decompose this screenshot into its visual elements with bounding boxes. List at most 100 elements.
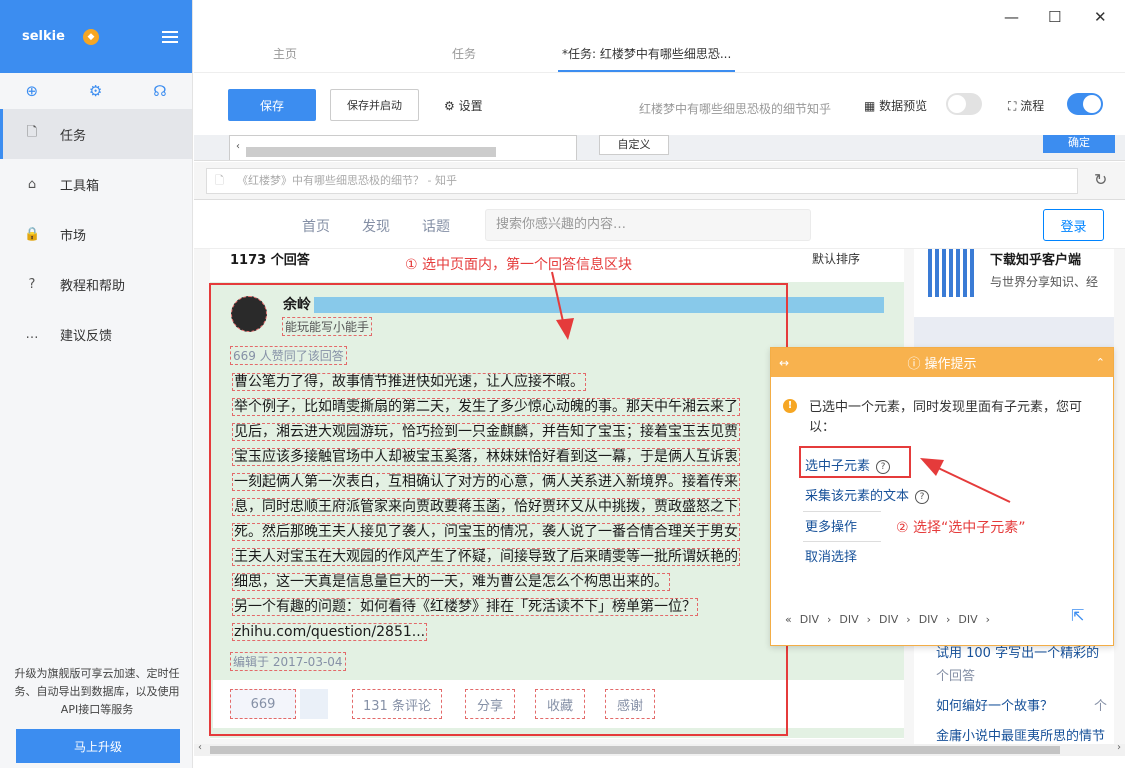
toolbox-icon: ⌂ <box>27 176 37 192</box>
scrollbar-thumb[interactable] <box>246 147 496 157</box>
browser-bar: 🗋 《红楼梦》中有哪些细思恐极的细节？ - 知乎 ↻ <box>194 162 1125 200</box>
breadcrumb-sep: › <box>945 613 951 626</box>
flow-label: ⛶ 流程 <box>1008 99 1045 113</box>
tab-current-task[interactable]: *任务: 红楼梦中有哪些细思恐... <box>562 45 731 62</box>
sidebar: selkie ◆ ⊕ ⚙ ☊ 🗋 任务 ⌂ 工具箱 🔒 市场 ? 教程和帮助 …… <box>0 0 193 768</box>
info-icon: ⓘ <box>907 357 921 372</box>
download-app-title[interactable]: 下载知乎客户端 <box>990 249 1081 268</box>
settings-icon[interactable]: ⚙ <box>89 82 102 100</box>
arrow-1-icon <box>551 271 574 340</box>
scroll-right-icon[interactable]: › <box>1117 742 1121 753</box>
flow-toggle[interactable] <box>1067 93 1103 115</box>
breadcrumb-item[interactable]: DIV <box>879 613 898 626</box>
sidebar-tools: ⊕ ⚙ ☊ <box>0 73 192 109</box>
sidebar-item-label: 建议反馈 <box>60 328 113 344</box>
move-icon[interactable]: ↔ <box>779 356 789 370</box>
task-title: 红楼梦中有哪些细思恐极的细节知乎 <box>639 102 832 116</box>
minimize-icon[interactable]: — <box>1004 8 1019 26</box>
scroll-left-icon[interactable]: ‹ <box>236 141 240 152</box>
url-field[interactable]: 🗋 《红楼梦》中有哪些细思恐极的细节？ - 知乎 <box>206 168 1078 194</box>
element-breadcrumb: « DIV › DIV › DIV › DIV › DIV › <box>785 613 990 626</box>
hint-header[interactable]: ↔ ⓘ 操作提示 ⌃ <box>771 348 1113 377</box>
upgrade-button[interactable]: 马上升级 <box>16 729 180 763</box>
login-button[interactable]: 登录 <box>1043 209 1104 241</box>
flow-panel-strip: ‹ 自定义 确定 <box>194 135 1125 161</box>
lock-icon: 🔒 <box>24 226 41 242</box>
nav-topics[interactable]: 话题 <box>422 216 450 236</box>
breadcrumb-item[interactable]: DIV <box>958 613 977 626</box>
sidebar-item-label: 教程和帮助 <box>60 278 126 294</box>
flow-panel-scroll[interactable]: ‹ <box>229 135 577 160</box>
search-input[interactable]: 搜索你感兴趣的内容… <box>485 209 811 241</box>
side-link-meta: 个 <box>1094 699 1108 714</box>
sidebar-item-help[interactable]: ? 教程和帮助 <box>0 259 192 309</box>
breadcrumb-sep: › <box>866 613 872 626</box>
sidebar-item-feedback[interactable]: … 建议反馈 <box>0 309 192 359</box>
add-task-icon[interactable]: ⊕ <box>25 82 38 100</box>
breadcrumb-item[interactable]: DIV <box>800 613 819 626</box>
sidebar-item-label: 工具箱 <box>60 178 100 194</box>
breadcrumb-sep: › <box>826 613 832 626</box>
custom-button[interactable]: 自定义 <box>599 135 669 155</box>
hint-title: 操作提示 <box>924 357 977 372</box>
breadcrumb-sep: › <box>985 613 991 626</box>
tab-tasks[interactable]: 任务 <box>452 45 476 62</box>
breadcrumb-item[interactable]: DIV <box>919 613 938 626</box>
scrollbar-thumb[interactable] <box>210 746 1060 754</box>
ad-banner[interactable] <box>914 317 1114 347</box>
upgrade-promo-text: 升级为旗舰版可享云加速、定时任务、自动导出到数据库，以及使用API接口等服务 <box>14 667 180 716</box>
answer-count: 1173 个回答 <box>230 253 310 268</box>
sidebar-item-tasks[interactable]: 🗋 任务 <box>0 109 192 159</box>
support-icon[interactable]: ☊ <box>153 82 166 100</box>
side-link[interactable]: 金庸小说中最匪夷所思的情节 <box>936 725 1105 744</box>
app-name: selkie <box>22 29 65 44</box>
page-icon: 🗋 <box>215 174 224 187</box>
save-and-start-button[interactable]: 保存并启动 <box>330 89 419 121</box>
confirm-button[interactable]: 确定 <box>1043 135 1115 153</box>
scroll-left-icon[interactable]: ‹ <box>198 742 202 753</box>
step2-annotation: ② 选择“选中子元素” <box>896 520 1026 536</box>
maximize-icon[interactable]: ☐ <box>1048 8 1061 26</box>
divider <box>803 511 881 512</box>
gear-icon: ⚙ <box>444 99 455 113</box>
qr-code-icon <box>928 249 976 297</box>
sidebar-item-label: 任务 <box>60 128 87 144</box>
tab-bar: 主页 任务 *任务: 红楼梦中有哪些细思恐... <box>194 30 1125 73</box>
settings-button[interactable]: ⚙ 设置 <box>444 97 483 114</box>
tab-home[interactable]: 主页 <box>273 45 297 62</box>
sort-dropdown[interactable]: 默认排序 <box>812 250 860 267</box>
brand-header: selkie ◆ <box>0 0 192 73</box>
help-icon: ? <box>28 276 36 292</box>
flowchart-icon: ⛶ <box>1008 99 1017 113</box>
side-link[interactable]: 如何编好一个故事？ <box>936 695 1053 714</box>
nav-explore[interactable]: 发现 <box>362 216 390 236</box>
sidebar-item-toolbox[interactable]: ⌂ 工具箱 <box>0 159 192 209</box>
expand-icon[interactable]: ⇱ <box>1071 606 1084 625</box>
save-button[interactable]: 保存 <box>228 89 316 121</box>
divider <box>803 541 881 542</box>
settings-label: 设置 <box>458 99 483 113</box>
nav-home[interactable]: 首页 <box>302 216 330 236</box>
more-actions-option[interactable]: 更多操作 <box>805 516 857 535</box>
feedback-icon: … <box>25 326 39 342</box>
close-icon[interactable]: ✕ <box>1094 8 1107 26</box>
sidebar-item-market[interactable]: 🔒 市场 <box>0 209 192 259</box>
refresh-icon[interactable]: ↻ <box>1094 170 1107 189</box>
document-icon: 🗋 <box>26 125 38 140</box>
menu-icon[interactable] <box>162 30 178 43</box>
data-preview-label: ▦ 数据预览 <box>864 99 928 113</box>
download-app-subtitle: 与世界分享知识、经 <box>990 275 1099 289</box>
active-tab-indicator <box>558 70 735 72</box>
zhihu-header: 首页 发现 话题 搜索你感兴趣的内容… 登录 <box>194 201 1125 249</box>
breadcrumb-prev-icon[interactable]: « <box>785 613 792 626</box>
cancel-selection-option[interactable]: 取消选择 <box>805 546 857 565</box>
data-preview-toggle[interactable] <box>946 93 982 115</box>
select-child-elements-option[interactable]: 选中子元素? <box>805 455 891 474</box>
help-icon[interactable]: ? <box>876 460 891 474</box>
warning-icon: ! <box>783 399 797 413</box>
horizontal-scrollbar[interactable]: ‹ › <box>194 742 1125 756</box>
breadcrumb-item[interactable]: DIV <box>839 613 858 626</box>
task-toolbar: 保存 保存并启动 ⚙ 设置 红楼梦中有哪些细思恐极的细节知乎 ▦ 数据预览 ⛶ … <box>194 73 1125 135</box>
collapse-icon[interactable]: ⌃ <box>1096 356 1105 369</box>
arrow-2-icon <box>920 458 1011 503</box>
